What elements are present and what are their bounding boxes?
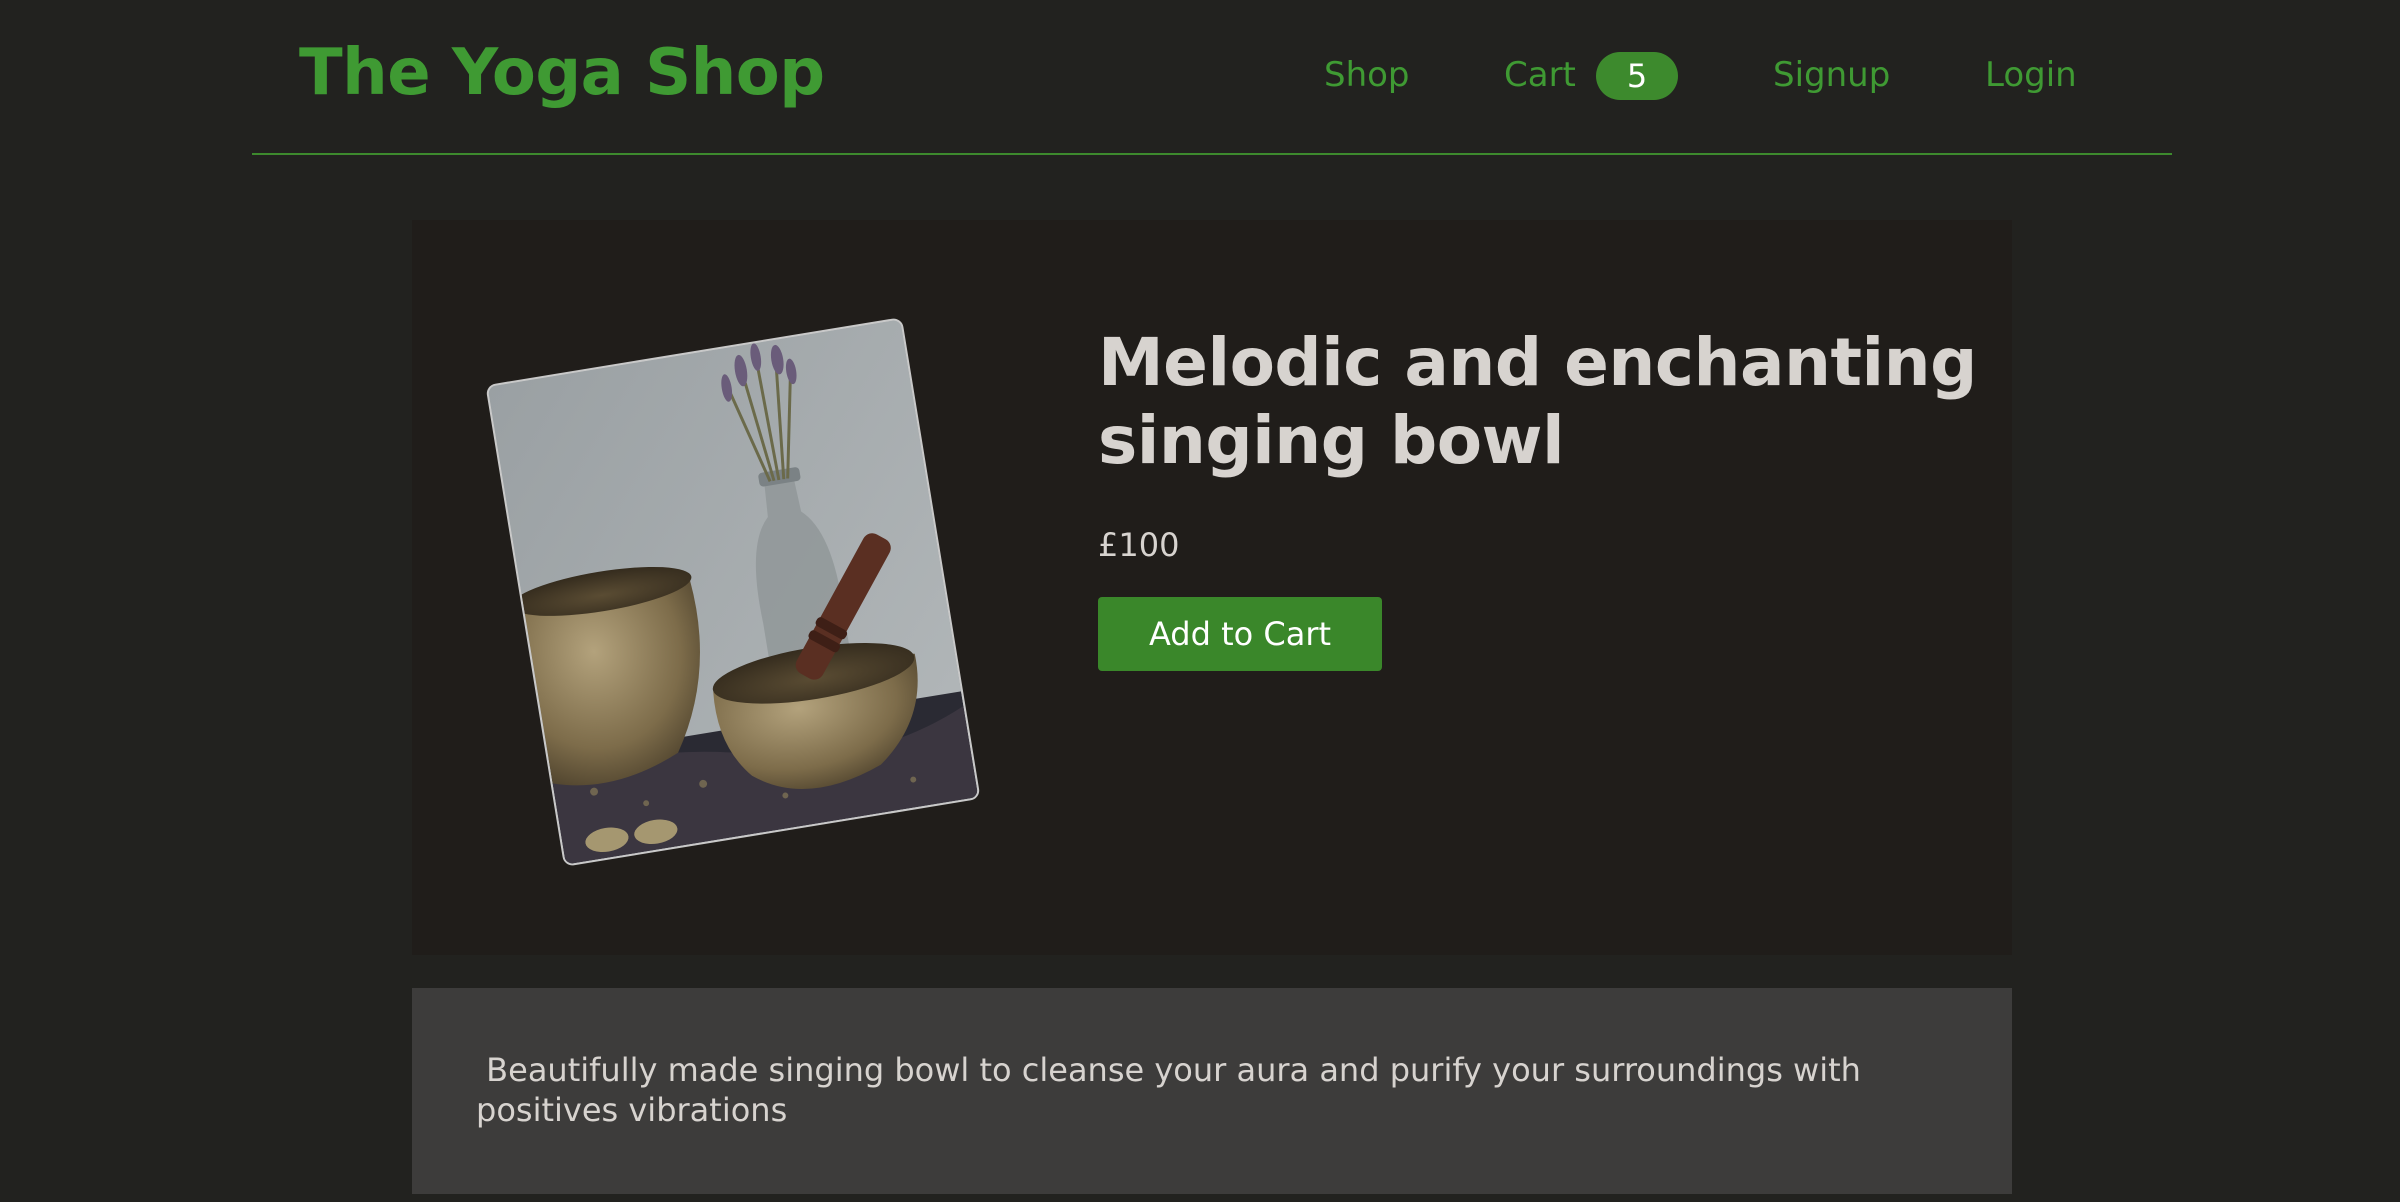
nav-login-link[interactable]: Login [1985, 55, 2077, 95]
product-description: Beautifully made singing bowl to cleanse… [476, 1051, 1872, 1129]
nav-shop-link[interactable]: Shop [1324, 55, 1410, 95]
brand-logo[interactable]: The Yoga Shop [299, 36, 825, 110]
description-panel: Beautifully made singing bowl to cleanse… [412, 988, 2012, 1194]
product-price: £100 [1098, 526, 1180, 564]
nav-cart-link[interactable]: Cart [1504, 55, 1576, 95]
cart-count-badge[interactable]: 5 [1596, 52, 1678, 100]
product-title: Melodic and enchanting singing bowl [1098, 324, 1977, 479]
product-panel: Melodic and enchanting singing bowl £100… [412, 220, 2012, 955]
product-page: The Yoga Shop Shop Cart 5 Signup Login M… [0, 0, 2400, 1202]
add-to-cart-button[interactable]: Add to Cart [1098, 597, 1382, 671]
singing-bowl-photo [487, 319, 979, 865]
product-image [485, 317, 981, 867]
nav-signup-link[interactable]: Signup [1773, 55, 1890, 95]
site-header: The Yoga Shop Shop Cart 5 Signup Login [252, 0, 2172, 155]
